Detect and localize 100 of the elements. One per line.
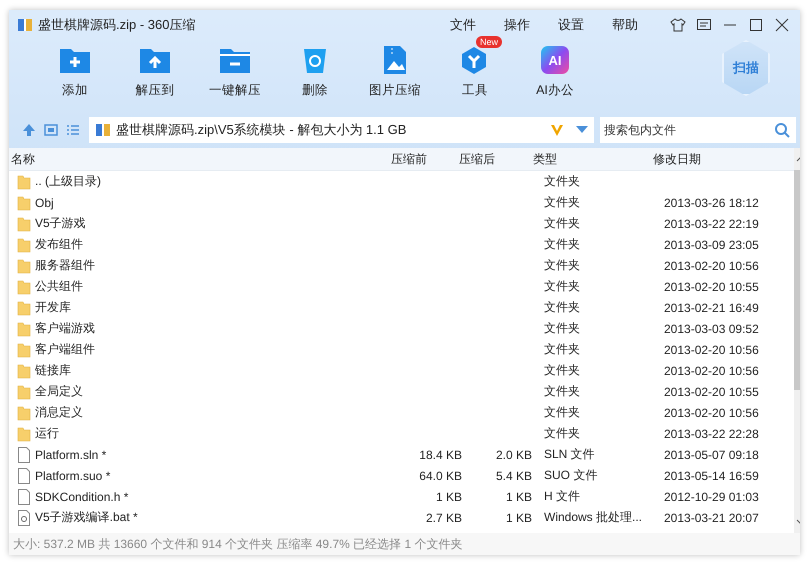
file-name: 运行 <box>35 425 59 442</box>
column-header[interactable]: 名称 <box>9 150 381 168</box>
menu-item[interactable]: 帮助 <box>598 16 652 34</box>
column-header[interactable]: 类型 <box>523 150 645 168</box>
file-name: 链接库 <box>35 362 71 379</box>
folder-icon <box>17 216 31 232</box>
table-cell: H 文件 <box>544 488 580 505</box>
address-bar[interactable]: 盛世棋牌源码.zip\V5系统模块 - 解包大小为 1.1 GB <box>89 117 594 143</box>
folder-icon <box>17 258 31 274</box>
file-name: V5子游戏编译.bat * <box>35 509 138 526</box>
column-header[interactable]: 压缩后 <box>453 150 523 168</box>
address-path: 盛世棋牌源码.zip\V5系统模块 - 解包大小为 1.1 GB <box>116 121 406 139</box>
folder-icon <box>17 342 31 358</box>
folder-icon <box>17 362 31 378</box>
column-header[interactable]: 修改日期 <box>645 150 783 168</box>
table-cell: 文件夹 <box>544 383 580 400</box>
file-name: 开发库 <box>35 299 71 316</box>
file-name: 发布组件 <box>35 236 83 253</box>
table-cell: 2013-03-22 22:28 <box>664 426 759 440</box>
file-name: SDKCondition.h * <box>35 490 128 504</box>
file-name: V5子游戏 <box>35 215 86 232</box>
table-cell: SUO 文件 <box>544 467 598 484</box>
table-cell: 2013-03-26 18:12 <box>664 196 759 210</box>
search-field[interactable]: 搜索包内文件 <box>600 117 796 143</box>
table-cell: 2012-10-29 01:03 <box>664 490 759 504</box>
toolbar-button[interactable]: 添加 <box>35 40 115 103</box>
toolbar-button[interactable]: AI AI办公 <box>515 40 595 103</box>
table-cell: 64.0 KB <box>419 468 462 482</box>
table-cell: 2013-02-20 10:56 <box>664 342 759 356</box>
table-cell: 文件夹 <box>544 362 580 379</box>
file-name: Platform.sln * <box>35 448 106 462</box>
toolbar-button[interactable]: 解压到 <box>115 40 195 103</box>
table-cell: 1 KB <box>506 510 532 524</box>
folder-icon <box>17 384 31 400</box>
file-name: .. (上级目录) <box>35 173 101 190</box>
thumbnail-view-icon[interactable] <box>43 122 59 138</box>
table-cell: 文件夹 <box>544 236 580 253</box>
file-name: 客户端组件 <box>35 341 95 358</box>
file-icon <box>17 488 31 504</box>
archive-icon <box>17 17 33 33</box>
table-cell: 2013-02-20 10:55 <box>664 280 759 294</box>
file-name: 消息定义 <box>35 404 83 421</box>
menu-item[interactable]: 设置 <box>544 16 598 34</box>
close-icon[interactable] <box>774 17 790 33</box>
dropdown-arrow-icon[interactable] <box>576 126 588 134</box>
table-cell: 2013-03-22 22:19 <box>664 216 759 230</box>
folder-icon <box>17 404 31 420</box>
search-icon[interactable] <box>774 122 790 138</box>
table-cell: 2013-02-20 10:56 <box>664 364 759 378</box>
menu-item[interactable]: 操作 <box>490 16 544 34</box>
column-header[interactable]: 压缩前 <box>381 150 453 168</box>
message-icon[interactable] <box>696 17 712 33</box>
folder-icon <box>17 300 31 316</box>
table-cell: 2013-03-03 09:52 <box>664 322 759 336</box>
table-cell: 2013-02-21 16:49 <box>664 300 759 314</box>
status-bar: 大小: 537.2 MB 共 13660 个文件和 914 个文件夹 压缩率 49.7% 已经选择 1 个文件夹 <box>9 533 800 555</box>
folder-icon <box>17 278 31 294</box>
folder-icon <box>17 194 31 210</box>
table-cell: 1 KB <box>506 490 532 504</box>
table-cell: Windows 批处理... <box>544 509 642 526</box>
table-cell: 2013-03-09 23:05 <box>664 238 759 252</box>
table-cell: 2013-02-20 10:55 <box>664 384 759 398</box>
folder-icon <box>17 320 31 336</box>
table-cell: 文件夹 <box>544 341 580 358</box>
folder-icon <box>17 236 31 252</box>
table-cell: 2013-05-07 09:18 <box>664 448 759 462</box>
table-cell: 18.4 KB <box>419 448 462 462</box>
file-name: 服务器组件 <box>35 257 95 274</box>
file-icon <box>17 468 31 484</box>
folder-upload-icon <box>139 46 171 74</box>
window-title: 盛世棋牌源码.zip - 360压缩 <box>38 16 196 34</box>
table-cell: 文件夹 <box>544 404 580 421</box>
file-name: Platform.suo * <box>35 468 110 482</box>
folder-icon <box>17 426 31 442</box>
new-badge: New <box>476 36 502 48</box>
table-cell: 2.0 KB <box>496 448 532 462</box>
folder-icon <box>17 174 31 190</box>
folder-minus-icon <box>219 46 251 74</box>
table-cell: 文件夹 <box>544 257 580 274</box>
toolbar-button[interactable]: 一键解压 <box>195 40 275 103</box>
table-cell: 2013-02-20 10:56 <box>664 258 759 272</box>
archive-icon <box>95 122 111 138</box>
maximize-icon[interactable] <box>748 17 764 33</box>
ai-icon: AI <box>541 46 569 74</box>
table-cell: 2013-03-21 20:07 <box>664 510 759 524</box>
table-cell: 文件夹 <box>544 194 580 211</box>
menu-item[interactable]: 文件 <box>436 16 490 34</box>
table-cell: 文件夹 <box>544 320 580 337</box>
folder-plus-icon <box>59 46 91 74</box>
file-name: Obj <box>35 196 54 210</box>
shirt-icon[interactable] <box>670 17 686 33</box>
v-icon[interactable] <box>549 122 565 138</box>
up-arrow-icon[interactable] <box>21 122 37 138</box>
toolbar-button[interactable]: 删除 <box>275 40 355 103</box>
table-cell: SLN 文件 <box>544 446 595 463</box>
table-cell: 文件夹 <box>544 215 580 232</box>
toolbar-button[interactable]: 图片压缩 <box>355 40 435 103</box>
table-cell: 文件夹 <box>544 299 580 316</box>
table-cell: 2013-05-14 16:59 <box>664 468 759 482</box>
table-cell: 文件夹 <box>544 425 580 442</box>
